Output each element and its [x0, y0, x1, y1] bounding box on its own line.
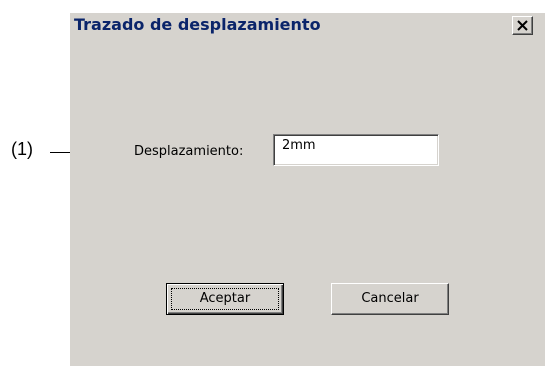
close-button[interactable] [512, 16, 533, 35]
offset-path-dialog: Trazado de desplazamiento [70, 13, 545, 366]
close-x-icon [517, 20, 528, 31]
accept-button[interactable]: Aceptar [166, 283, 284, 315]
accept-button-label: Aceptar [199, 291, 251, 306]
callout-marker-1: (1) [11, 139, 33, 159]
offset-input[interactable] [273, 134, 439, 166]
offset-label: Desplazamiento: [134, 144, 244, 159]
cancel-button[interactable]: Cancelar [331, 283, 449, 315]
cancel-button-label: Cancelar [361, 291, 419, 306]
dialog-titlebar[interactable]: Trazado de desplazamiento [70, 13, 545, 40]
dialog-title: Trazado de desplazamiento [74, 15, 321, 34]
